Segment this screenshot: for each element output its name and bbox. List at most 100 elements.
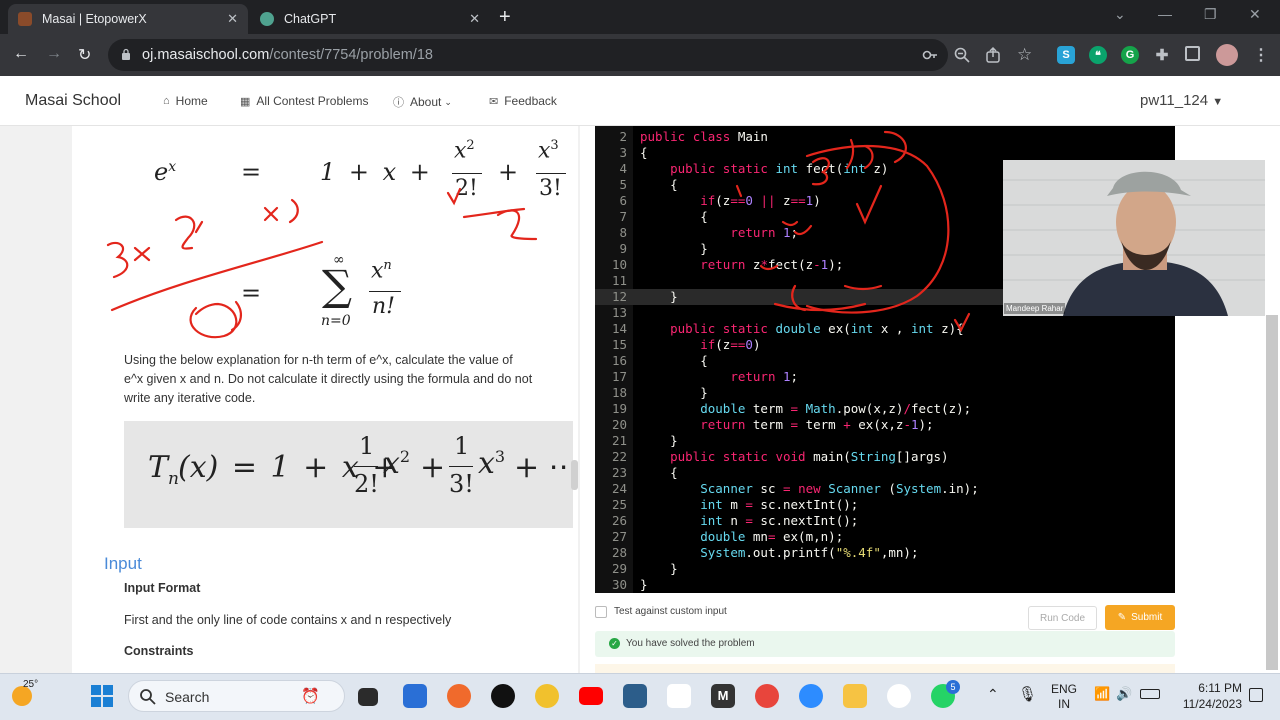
new-tab-icon[interactable]: +	[499, 6, 511, 29]
math-frac2-num: x2	[454, 138, 475, 164]
math-series-start: 1 + x +	[320, 158, 430, 186]
submit-label: Submit	[1131, 612, 1163, 623]
formula-a-den: 2!	[354, 470, 379, 498]
fraction-bar	[449, 466, 473, 467]
youtube-icon[interactable]	[579, 687, 603, 705]
tab-masai[interactable]: Masai | EtopowerX ✕	[8, 4, 248, 34]
formula-b-var: x3	[478, 446, 506, 481]
fraction-bar	[369, 291, 401, 292]
restore-icon[interactable]: ❐	[1204, 6, 1217, 23]
tab-title: Masai | EtopowerX	[42, 12, 147, 26]
user-menu[interactable]: pw11_124 ▼	[1140, 92, 1223, 109]
site-brand[interactable]: Masai School	[25, 92, 121, 110]
mysql-icon[interactable]	[623, 684, 647, 708]
chevron-down-icon[interactable]: ⌄	[1114, 6, 1126, 23]
weather-temp[interactable]: 25°	[23, 679, 38, 690]
grammarly-icon[interactable]: G	[1121, 46, 1139, 64]
volume-icon[interactable]: 🔊	[1116, 686, 1132, 702]
nav-home[interactable]: ⌂ Home	[163, 94, 208, 108]
tab-title: ChatGPT	[284, 12, 337, 26]
handwritten-annotation	[106, 198, 324, 339]
search-highlight-icon: ⏰	[301, 688, 320, 705]
custom-input-label[interactable]: Test against custom input	[614, 606, 727, 617]
run-code-button[interactable]: Run Code	[1028, 606, 1097, 630]
profile-avatar[interactable]	[1216, 44, 1238, 66]
search-label: Search	[165, 689, 210, 705]
fraction-bar	[536, 173, 566, 174]
taskbar-search[interactable]: Search ⏰	[128, 680, 345, 712]
input-heading: Input	[104, 554, 142, 573]
minimize-icon[interactable]: —	[1158, 6, 1172, 22]
handwritten-annotation	[446, 187, 538, 241]
clock-date[interactable]: 11/24/2023	[1172, 697, 1242, 711]
notification-icon[interactable]	[1249, 688, 1263, 702]
language-bottom[interactable]: IN	[1049, 697, 1079, 711]
extension-s-icon[interactable]: S	[1057, 46, 1075, 64]
forward-icon[interactable]: →	[46, 45, 62, 63]
nav-label: Feedback	[504, 94, 557, 108]
slack-icon[interactable]	[667, 684, 691, 708]
microsoft-store-icon[interactable]	[403, 684, 427, 708]
microphone-icon[interactable]: 🎙	[1018, 685, 1037, 703]
submit-button[interactable]: ✎ Submit	[1105, 605, 1175, 630]
username: pw11_124	[1140, 92, 1209, 109]
zoom-icon[interactable]	[953, 46, 971, 64]
extension-quote-icon[interactable]: ❝	[1089, 46, 1107, 64]
star-icon[interactable]: ☆	[1017, 46, 1035, 64]
task-view-icon[interactable]	[358, 688, 378, 706]
puzzle-extensions-icon[interactable]: ✚	[1153, 46, 1171, 64]
lock-icon	[122, 48, 130, 60]
fraction-bar	[452, 173, 482, 174]
zoom-icon[interactable]	[799, 684, 823, 708]
close-window-icon[interactable]: ✕	[1249, 6, 1261, 23]
key-icon[interactable]	[921, 46, 939, 64]
back-icon[interactable]: ←	[13, 45, 29, 63]
info-icon: ⓘ	[393, 97, 404, 109]
nav-feedback[interactable]: ✉ Feedback	[489, 94, 557, 108]
side-panel-icon[interactable]	[1185, 46, 1200, 61]
recorder-icon[interactable]	[491, 684, 515, 708]
language-top[interactable]: ENG	[1049, 682, 1079, 696]
clock-time[interactable]: 6:11 PM	[1172, 681, 1242, 695]
tab-chatgpt[interactable]: ChatGPT ✕	[250, 4, 490, 34]
math-ex: ex	[154, 158, 177, 186]
webcam-name-label: Mandeep Rahar	[1004, 303, 1066, 314]
input-format-text: First and the only line of code contains…	[124, 613, 452, 627]
file-explorer-icon[interactable]	[843, 684, 867, 708]
pencil-icon: ✎	[1117, 612, 1127, 623]
math-equals: =	[241, 158, 262, 186]
battery-icon[interactable]	[1140, 689, 1160, 699]
nav-label: Home	[175, 94, 208, 108]
chevron-up-icon[interactable]: ⌃	[987, 686, 999, 703]
masai-favicon-icon	[18, 12, 32, 26]
wifi-icon[interactable]: 📶	[1094, 686, 1110, 702]
nav-all-contest-problems[interactable]: ▦ All Contest Problems	[240, 94, 368, 108]
solved-message: You have solved the problem	[626, 638, 755, 649]
chatgpt-favicon-icon	[260, 12, 274, 26]
masai-app-icon[interactable]: M	[711, 684, 735, 708]
home-icon: ⌂	[163, 95, 170, 107]
nav-about[interactable]: ⓘ About ⌄	[393, 94, 452, 110]
share-icon[interactable]	[985, 46, 1003, 64]
postman-icon[interactable]	[447, 684, 471, 708]
formula-tail: + ⋯	[514, 450, 579, 485]
reload-icon[interactable]: ↻	[78, 45, 91, 65]
math-frac3-num: x3	[538, 138, 559, 164]
caret-down-icon: ▼	[1212, 96, 1224, 108]
slack-alt-icon[interactable]	[887, 684, 911, 708]
app-icon[interactable]	[535, 684, 559, 708]
fraction-bar	[354, 466, 378, 467]
chrome-icon[interactable]	[755, 684, 779, 708]
presenter-video	[1003, 160, 1265, 316]
formula-tn: Tn	[148, 450, 179, 489]
close-tab-icon[interactable]: ✕	[227, 11, 238, 27]
formula-plus: +	[420, 450, 446, 485]
windows-start-icon[interactable]	[91, 685, 113, 707]
close-tab-icon[interactable]: ✕	[469, 11, 480, 27]
page-scrollbar[interactable]	[1266, 315, 1278, 670]
formula-a-num: 1	[359, 432, 375, 460]
url-text[interactable]: oj.masaischool.com/contest/7754/problem/…	[142, 47, 433, 63]
custom-input-checkbox[interactable]	[595, 606, 607, 618]
panel-resize-handle[interactable]	[571, 460, 578, 490]
kebab-menu-icon[interactable]: ⋮	[1252, 46, 1270, 64]
